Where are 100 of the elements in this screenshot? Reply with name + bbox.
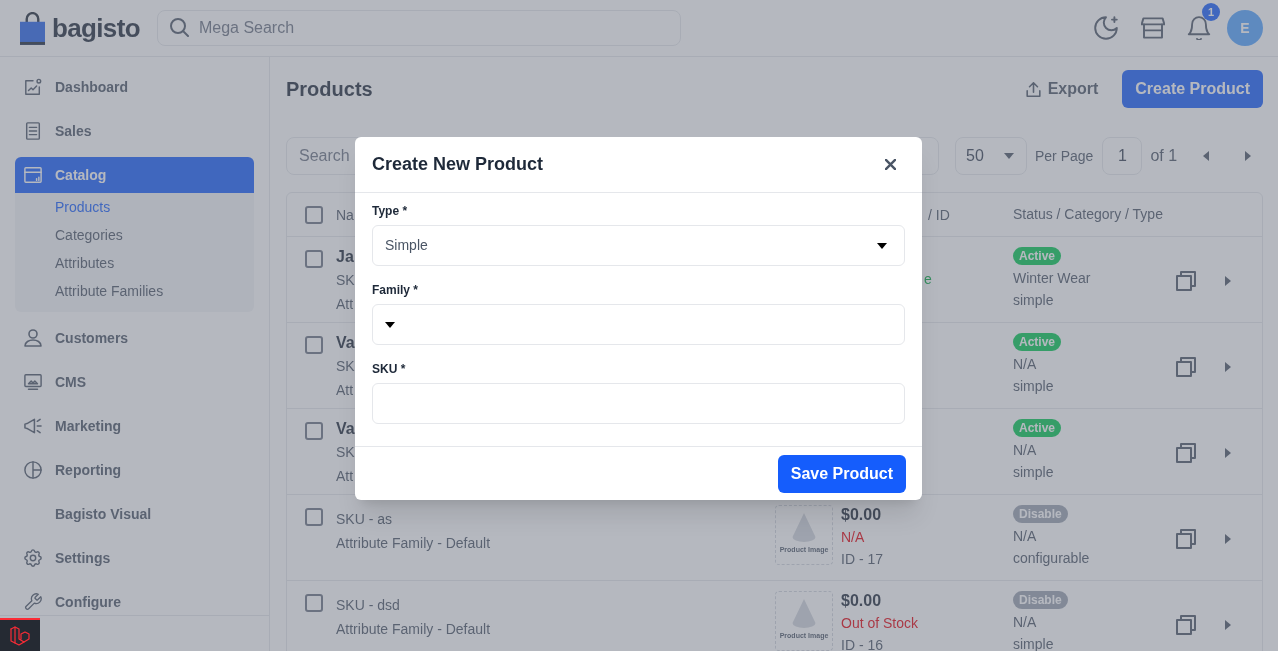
caret-down-icon [1004,153,1014,159]
status-badge: Active [1013,247,1062,265]
checkbox[interactable] [305,508,323,526]
dialog-title: Create New Product [372,153,544,176]
column-header: / ID [928,206,950,223]
monitor-icon [24,373,42,391]
caret-right-icon[interactable] [1225,362,1231,372]
cone-icon [791,513,817,543]
status-badge: Active [1013,419,1062,437]
price-text: $0.00 [841,592,882,609]
category-text: N/A [1013,528,1037,544]
type-text: simple [1013,378,1054,394]
submenu-item[interactable]: Categories [15,221,254,249]
sidebar-item[interactable]: Customers [15,320,254,356]
sidebar-item[interactable]: Configure [15,584,254,615]
column-header: Na [336,206,354,223]
megaphone-icon [24,417,42,435]
family-text: Att [336,296,354,312]
user-avatar[interactable]: E [1227,10,1263,46]
checkbox[interactable] [305,205,323,224]
copy-icon[interactable] [1176,443,1196,463]
page-input[interactable]: 1 [1102,137,1143,175]
sku-text: SKU - dsd [336,597,400,613]
export-button[interactable]: Export [1025,77,1099,101]
sidebar-item[interactable]: Dashboard [15,69,254,105]
page-title: Products [286,77,373,102]
sidebar-item[interactable]: Sales [15,113,254,149]
checkbox[interactable] [305,422,323,440]
sidebar-item[interactable]: CMS [15,364,254,400]
caret-right-icon[interactable] [1225,448,1231,458]
field-label: SKU * [372,361,406,378]
category-text: Winter Wear [1013,270,1091,286]
family-text: Attribute Family - Default [336,535,491,551]
settings-icon [24,549,42,567]
sku-text: SK [336,272,355,288]
submenu-item[interactable]: Attribute Families [15,277,254,305]
chart-icon [24,78,42,96]
sidebar-item[interactable]: Marketing [15,408,254,444]
family-text: Attribute Family - Default [336,621,491,637]
product-name: Ja [336,248,354,265]
caret-right-icon[interactable] [1225,276,1231,286]
checkbox[interactable] [305,594,323,612]
create-product-button[interactable]: Create Product [1122,70,1263,108]
product-name: Va [336,334,355,351]
copy-icon[interactable] [1176,529,1196,549]
copy-icon[interactable] [1176,271,1196,291]
submenu-item[interactable]: Attributes [15,249,254,277]
pie-chart-icon [24,461,42,479]
dropdown-field[interactable]: Simple [372,225,905,266]
sidebar-item[interactable]: Catalog [15,157,254,193]
caret-right-icon[interactable] [1245,151,1252,161]
copy-icon[interactable] [1176,357,1196,377]
id-text: ID - 17 [841,551,883,567]
page-total: of 1 [1150,146,1178,166]
sku-text: SKU - as [336,511,392,527]
caret-left-icon[interactable] [1203,151,1210,161]
store-icon[interactable] [1141,17,1165,39]
sidebar-item[interactable]: Reporting [15,452,254,488]
per-page-select[interactable]: 50 [955,137,1027,175]
stock-text: Out of Stock [841,615,919,631]
stock-text: e [924,271,932,287]
checkbox[interactable] [305,336,323,354]
debugbar-button[interactable] [0,618,40,651]
bag-logo-icon [20,11,45,45]
type-text: simple [1013,292,1054,308]
caret-right-icon[interactable] [1225,620,1231,630]
cube-logo-icon [10,625,30,646]
logo-text: bagisto [52,11,140,45]
layout-icon [24,166,42,184]
type-text: simple [1013,636,1054,651]
sidebar-item[interactable]: Bagisto Visual [15,496,254,532]
submenu-item[interactable]: Products [15,193,254,221]
close-icon[interactable] [885,159,896,170]
family-text: Att [336,382,354,398]
family-text: Att [336,468,354,484]
copy-icon[interactable] [1176,615,1196,635]
search-field[interactable]: Mega Search [156,10,681,46]
sku-text: SK [336,444,355,460]
caret-down-icon [385,321,395,328]
upload-icon [1025,81,1041,97]
id-text: ID - 16 [841,637,883,651]
save-button[interactable]: Save Product [777,454,906,493]
type-text: simple [1013,464,1054,480]
dropdown-field[interactable] [372,304,905,345]
checkbox[interactable] [305,250,323,268]
sku-text: SK [336,358,355,374]
category-text: N/A [1013,356,1037,372]
text-field[interactable] [372,383,905,424]
stock-text: N/A [841,529,865,545]
category-text: N/A [1013,614,1037,630]
search-icon [169,18,189,37]
category-text: N/A [1013,442,1037,458]
field-label: Type * [372,203,408,220]
person-icon [24,329,42,347]
caret-down-icon [877,242,887,249]
moon-star-icon[interactable] [1094,16,1118,40]
sidebar-item[interactable]: Settings [15,540,254,576]
caret-right-icon[interactable] [1225,534,1231,544]
bell-icon[interactable] [1187,16,1211,40]
status-badge: Active [1013,333,1062,351]
